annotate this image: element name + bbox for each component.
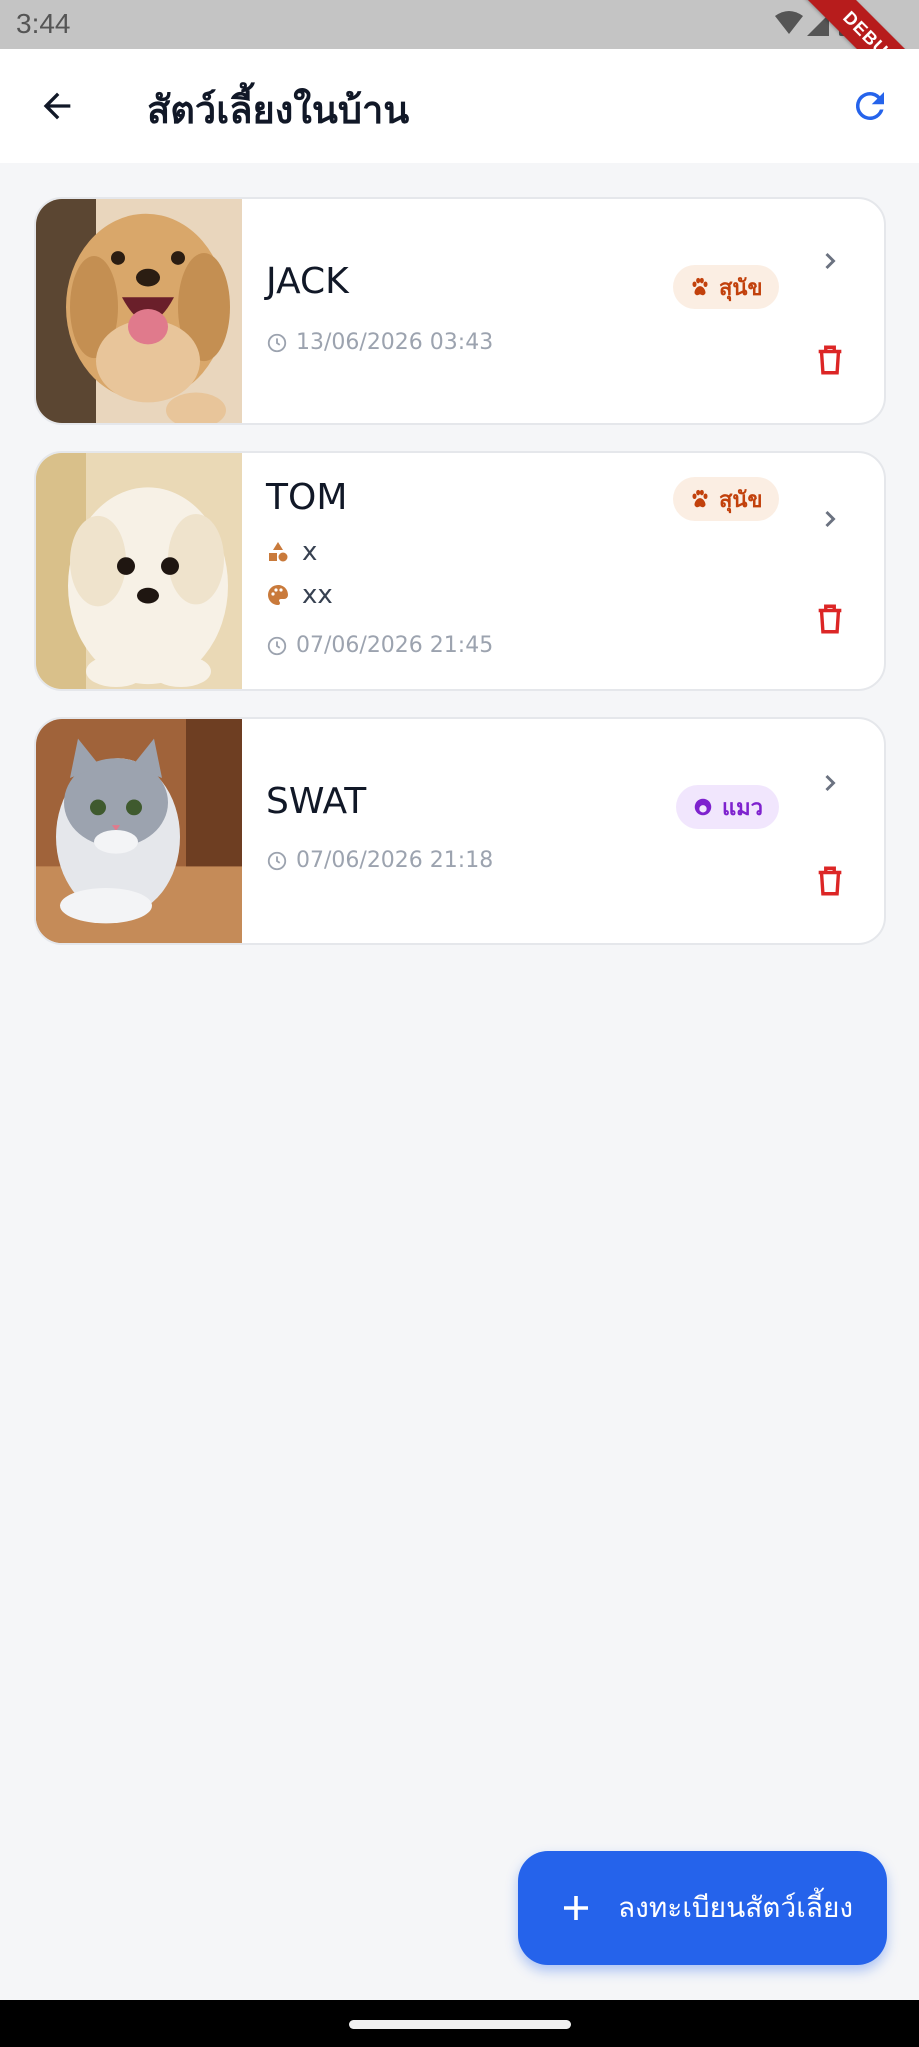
palette-icon: [268, 585, 288, 605]
chevron-right-icon[interactable]: [812, 243, 848, 279]
wifi-icon: [775, 11, 803, 34]
pet-photo: [36, 199, 242, 423]
pet-photo: [36, 719, 242, 943]
chevron-right-icon[interactable]: [812, 765, 848, 801]
pet-card[interactable]: SWAT 07/06/2026 21:18 แมว: [34, 717, 886, 945]
pet-color: xx: [266, 580, 333, 610]
delete-button[interactable]: [810, 859, 850, 903]
status-bar: 3:44 DEBUG: [0, 0, 919, 129]
clock-icon: [267, 851, 287, 870]
register-pet-label: ลงทะเบียนสัตว์เลี้ยง: [618, 1891, 854, 1924]
delete-button[interactable]: [810, 597, 850, 641]
trash-icon: [818, 604, 842, 634]
pet-type-label: สุนัข: [719, 487, 763, 513]
pet-type-label: แมว: [722, 795, 764, 821]
clock-icon: [267, 333, 287, 352]
pet-name: TOM: [266, 477, 348, 518]
chevron-right-icon[interactable]: [812, 501, 848, 537]
paw-icon: [692, 277, 708, 296]
back-button[interactable]: [28, 77, 86, 135]
plus-icon: [564, 1896, 588, 1920]
pet-date: 07/06/2026 21:45: [266, 633, 493, 658]
pet-date-text: 13/06/2026 03:43: [296, 330, 494, 355]
pet-date: 07/06/2026 21:18: [266, 848, 493, 873]
refresh-icon: [855, 91, 884, 120]
paw-icon: [692, 489, 708, 508]
trash-icon: [818, 345, 842, 375]
pet-name: JACK: [266, 261, 349, 302]
arrow-back-icon: [43, 92, 71, 120]
pet-date-text: 07/06/2026 21:45: [296, 633, 494, 658]
pet-photo: [36, 453, 242, 689]
clock-icon: [267, 636, 287, 655]
trash-icon: [818, 866, 842, 896]
pet-name: SWAT: [266, 781, 367, 822]
pet-type-badge: สุนัข: [673, 265, 779, 309]
pet-date-text: 07/06/2026 21:18: [296, 848, 494, 873]
pet-card[interactable]: JACK 13/06/2026 03:43 สุนัข: [34, 197, 886, 425]
refresh-button[interactable]: [843, 79, 897, 133]
delete-button[interactable]: [810, 338, 850, 382]
pet-type-badge: สุนัข: [673, 477, 779, 521]
pet-type-badge: แมว: [676, 785, 780, 829]
home-handle[interactable]: [349, 2020, 571, 2029]
status-time: 3:44: [16, 8, 71, 39]
cat-icon: [694, 798, 712, 816]
pet-card[interactable]: TOM x xx 07/06/2026 21:45 สุนัข: [34, 451, 886, 691]
pet-breed: x: [266, 537, 317, 567]
pet-date: 13/06/2026 03:43: [266, 330, 493, 355]
pet-breed-text: x: [302, 537, 318, 567]
pet-color-text: xx: [302, 580, 333, 610]
pet-type-label: สุนัข: [719, 275, 763, 301]
system-nav-bar: [0, 2000, 919, 2047]
page-title: สัตว์เลี้ยงในบ้าน: [147, 88, 410, 132]
pet-list: JACK 13/06/2026 03:43 สุนัข TOM x xx 07/…: [34, 197, 886, 971]
register-pet-button[interactable]: ลงทะเบียนสัตว์เลี้ยง: [518, 1851, 887, 1965]
shapes-icon: [269, 542, 288, 562]
app-bar: สัตว์เลี้ยงในบ้าน: [0, 49, 919, 163]
